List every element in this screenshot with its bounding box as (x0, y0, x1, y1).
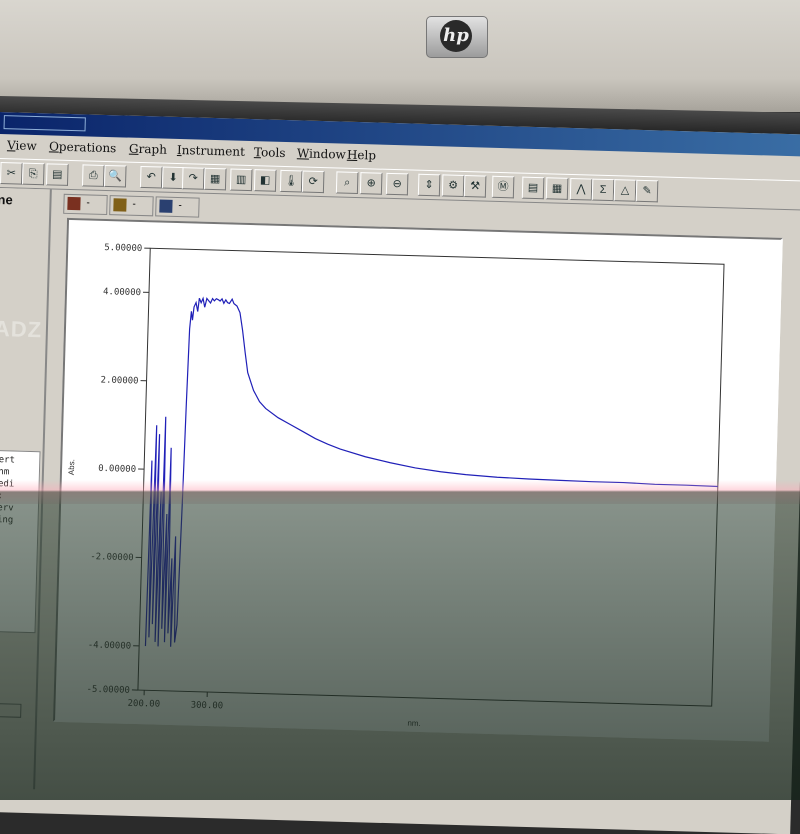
y-tick-label: -5.00000 (86, 685, 130, 696)
copy-icon[interactable]: ⎘ (22, 163, 45, 186)
method-properties-list[interactable]: pert (nm Medi 1: terv Sing (0, 450, 41, 633)
load-icon[interactable]: ▦ (204, 168, 227, 191)
absorbance-series-line (145, 297, 722, 662)
menu-window[interactable]: Window (297, 146, 346, 161)
scale-icon[interactable]: ⇕ (418, 174, 441, 197)
menu-instrument[interactable]: Instrument (177, 143, 245, 159)
method-property: Medi (0, 479, 14, 490)
spectrum-chart[interactable]: 5.00000 4.00000 2.00000 0.00000 -2.00000 -4.0… (55, 220, 781, 740)
tab-spectrum[interactable]: - (63, 194, 108, 215)
spectrum-icon (67, 197, 80, 210)
cut-icon[interactable]: ✂ (0, 162, 23, 185)
spectrum-graph-window[interactable]: 5.00000 4.00000 2.00000 0.00000 -2.00000 -4.0… (53, 218, 783, 742)
method-property: (nm (0, 467, 9, 477)
settings-icon[interactable]: ⚒ (464, 175, 487, 198)
y-tick-label: -2.00000 (90, 552, 134, 563)
undo-icon[interactable]: ↶ (140, 166, 163, 189)
method-panel: ne ADZ pert (nm Medi 1: terv Sing (0, 188, 52, 789)
title-bar-caption (4, 115, 86, 131)
menu-operations[interactable]: Operations (49, 139, 117, 155)
menu-tools[interactable]: Tools (254, 145, 286, 160)
hp-logo: hp (426, 16, 488, 58)
y-tick-label: 5.00000 (104, 243, 142, 254)
table-icon (159, 199, 172, 212)
tab-peak[interactable]: - (109, 195, 154, 216)
sample-icon[interactable]: ▥ (230, 168, 253, 191)
method-property: pert (0, 455, 15, 466)
measure-icon[interactable]: Ⓜ (492, 176, 515, 199)
plot-frame (138, 248, 724, 706)
tab-table[interactable]: - (155, 196, 200, 217)
print-icon[interactable]: ⎙ (82, 164, 105, 187)
x-tick-label: 300.00 (190, 701, 223, 712)
method-property: terv (0, 503, 14, 514)
tab-label: - (132, 199, 136, 210)
tools-icon[interactable]: ⚙ (442, 174, 465, 197)
horizontal-scrollbar[interactable] (0, 703, 21, 718)
thermometer-icon[interactable]: 🌡 (280, 170, 303, 193)
peak-icon (113, 198, 126, 211)
method-panel-title: ne (0, 192, 13, 207)
y-tick-label: 4.00000 (103, 287, 141, 298)
monitor-bezel: hp (0, 0, 800, 112)
redo-icon[interactable]: ↷ (182, 167, 205, 190)
color-icon[interactable]: ◧ (254, 169, 277, 192)
y-axis-label: Abs. (67, 459, 76, 475)
zoom-in-icon[interactable]: ⊕ (360, 172, 383, 195)
paste-icon[interactable]: ▤ (46, 163, 69, 186)
menu-graph[interactable]: Graph (129, 142, 167, 157)
tab-label: - (178, 200, 182, 211)
y-tick-label: 2.00000 (100, 376, 138, 387)
application-window: View Operations Graph Instrument Tools W… (0, 112, 800, 834)
x-tick-label: 200.00 (127, 699, 160, 710)
y-tick-label: 0.00000 (98, 464, 136, 475)
pen-icon[interactable]: ✎ (636, 180, 659, 203)
x-axis-label: nm. (407, 719, 421, 728)
peak-icon[interactable]: ⋀ (570, 178, 593, 201)
print-preview-icon[interactable]: 🔍 (104, 165, 127, 188)
menu-view[interactable]: View (7, 138, 37, 153)
hp-logo-mark: hp (440, 20, 472, 52)
triangle-icon[interactable]: △ (614, 179, 637, 202)
menu-help[interactable]: Help (347, 148, 376, 163)
calc-icon[interactable]: ▦ (546, 177, 569, 200)
method-panel-watermark: ADZ (0, 316, 43, 343)
formula-icon[interactable]: Σ (592, 179, 615, 202)
report-icon[interactable]: ▤ (522, 177, 545, 200)
scan-icon[interactable]: ⟳ (302, 170, 325, 193)
zoom-icon[interactable]: ⌕ (336, 171, 359, 194)
tab-label: - (86, 197, 90, 208)
method-property: Sing (0, 515, 13, 526)
zoom-out-icon[interactable]: ⊖ (386, 173, 409, 196)
method-property: 1: (0, 491, 3, 501)
y-tick-label: -4.00000 (88, 640, 132, 651)
